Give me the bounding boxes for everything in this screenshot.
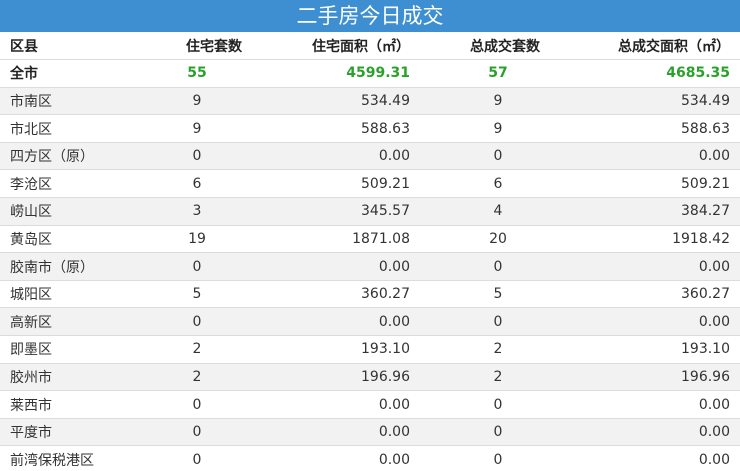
residential-area: 534.49 <box>248 87 416 116</box>
residential-area: 0.00 <box>248 307 416 337</box>
residential-area: 360.27 <box>248 280 416 309</box>
district-name: 市北区 <box>0 114 112 143</box>
header-total-area: 总成交面积（㎡） <box>546 32 740 61</box>
table-row: 四方区（原） 0 0.00 0 0.00 <box>0 142 740 171</box>
total-units: 57 <box>416 59 546 88</box>
total-units: 2 <box>416 335 546 364</box>
total-units: 4 <box>416 197 546 226</box>
total-area: 534.49 <box>546 87 740 116</box>
district-name: 崂山区 <box>0 197 112 226</box>
total-area: 360.27 <box>546 280 740 309</box>
total-units: 0 <box>416 418 546 447</box>
residential-area: 588.63 <box>248 114 416 143</box>
total-units: 2 <box>416 363 546 392</box>
total-area: 0.00 <box>546 418 740 447</box>
total-area: 0.00 <box>546 307 740 337</box>
table-row: 高新区 0 0.00 0 0.00 <box>0 307 740 337</box>
total-area: 1918.42 <box>546 225 740 254</box>
residential-area: 1871.08 <box>248 225 416 254</box>
district-name: 城阳区 <box>0 280 112 309</box>
residential-area: 0.00 <box>248 142 416 171</box>
table-row: 市南区 9 534.49 9 534.49 <box>0 87 740 116</box>
total-area: 384.27 <box>546 197 740 226</box>
residential-area: 0.00 <box>248 418 416 447</box>
residential-units: 0 <box>112 142 248 171</box>
table-row: 平度市 0 0.00 0 0.00 <box>0 418 740 447</box>
residential-area: 0.00 <box>248 252 416 281</box>
table-row: 城阳区 5 360.27 5 360.27 <box>0 280 740 309</box>
total-units: 0 <box>416 252 546 281</box>
district-name: 胶州市 <box>0 363 112 392</box>
district-name: 李沧区 <box>0 169 112 199</box>
total-units: 6 <box>416 169 546 199</box>
district-name: 胶南市（原） <box>0 252 112 281</box>
district-name: 平度市 <box>0 418 112 447</box>
page-title: 二手房今日成交 <box>0 0 740 32</box>
header-residential-units: 住宅套数 <box>112 32 248 61</box>
total-area: 0.00 <box>546 252 740 281</box>
total-units: 20 <box>416 225 546 254</box>
table-row: 莱西市 0 0.00 0 0.00 <box>0 390 740 419</box>
residential-area: 0.00 <box>248 390 416 419</box>
total-area: 4685.35 <box>546 59 740 88</box>
total-area: 196.96 <box>546 363 740 392</box>
total-units: 5 <box>416 280 546 309</box>
total-units: 0 <box>416 142 546 171</box>
district-name: 全市 <box>0 59 112 88</box>
header-residential-area: 住宅面积（㎡） <box>248 32 416 61</box>
residential-area: 0.00 <box>248 445 416 471</box>
total-area: 0.00 <box>546 445 740 471</box>
table-row: 李沧区 6 509.21 6 509.21 <box>0 169 740 199</box>
table-row: 即墨区 2 193.10 2 193.10 <box>0 335 740 364</box>
table-row: 市北区 9 588.63 9 588.63 <box>0 114 740 143</box>
residential-area: 4599.31 <box>248 59 416 88</box>
table-row: 前湾保税港区 0 0.00 0 0.00 <box>0 445 740 471</box>
residential-units: 55 <box>112 59 248 88</box>
residential-units: 0 <box>112 390 248 419</box>
table-header-row: 区县 住宅套数 住宅面积（㎡） 总成交套数 总成交面积（㎡） <box>0 32 740 61</box>
total-area: 193.10 <box>546 335 740 364</box>
table-row-total: 全市 55 4599.31 57 4685.35 <box>0 59 740 88</box>
total-area: 588.63 <box>546 114 740 143</box>
residential-units: 5 <box>112 280 248 309</box>
residential-units: 2 <box>112 363 248 392</box>
residential-units: 9 <box>112 87 248 116</box>
table-row: 胶南市（原） 0 0.00 0 0.00 <box>0 252 740 281</box>
residential-area: 193.10 <box>248 335 416 364</box>
district-name: 黄岛区 <box>0 225 112 254</box>
residential-units: 19 <box>112 225 248 254</box>
header-district: 区县 <box>0 32 112 61</box>
residential-units: 6 <box>112 169 248 199</box>
residential-units: 9 <box>112 114 248 143</box>
total-area: 0.00 <box>546 390 740 419</box>
table-row: 黄岛区 19 1871.08 20 1918.42 <box>0 225 740 254</box>
table-row: 胶州市 2 196.96 2 196.96 <box>0 363 740 392</box>
district-name: 高新区 <box>0 307 112 337</box>
district-name: 前湾保税港区 <box>0 445 112 471</box>
residential-units: 0 <box>112 252 248 281</box>
residential-area: 509.21 <box>248 169 416 199</box>
residential-units: 0 <box>112 445 248 471</box>
total-units: 9 <box>416 114 546 143</box>
district-name: 四方区（原） <box>0 142 112 171</box>
total-area: 0.00 <box>546 142 740 171</box>
residential-area: 196.96 <box>248 363 416 392</box>
total-units: 9 <box>416 87 546 116</box>
total-units: 0 <box>416 307 546 337</box>
district-name: 莱西市 <box>0 390 112 419</box>
residential-units: 2 <box>112 335 248 364</box>
district-name: 市南区 <box>0 87 112 116</box>
table-row: 崂山区 3 345.57 4 384.27 <box>0 197 740 226</box>
total-units: 0 <box>416 445 546 471</box>
residential-area: 345.57 <box>248 197 416 226</box>
header-total-units: 总成交套数 <box>416 32 546 61</box>
residential-units: 3 <box>112 197 248 226</box>
residential-units: 0 <box>112 418 248 447</box>
total-units: 0 <box>416 390 546 419</box>
total-area: 509.21 <box>546 169 740 199</box>
transactions-table: 区县 住宅套数 住宅面积（㎡） 总成交套数 总成交面积（㎡） 全市 55 4599.… <box>0 32 740 471</box>
residential-units: 0 <box>112 307 248 337</box>
district-name: 即墨区 <box>0 335 112 364</box>
